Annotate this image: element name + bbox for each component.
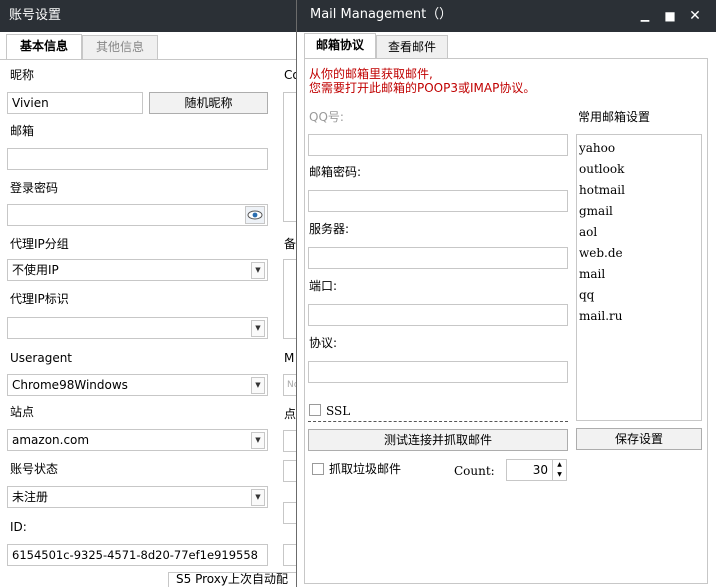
protocol-label: 协议: — [309, 336, 338, 350]
count-down-icon[interactable]: ▼ — [552, 470, 566, 480]
proxy-tag-select[interactable]: ▼ — [7, 317, 268, 339]
mail-protocol-panel: 从你的邮箱里获取邮件, 您需要打开此邮箱的POOP3或IMAP协议。 QQ号: … — [304, 58, 708, 584]
s5-proxy-label: S5 Proxy上次自动配 — [176, 572, 288, 586]
useragent-label: Useragent — [10, 351, 73, 365]
list-item[interactable]: aol — [579, 224, 597, 240]
ssl-label: SSL — [326, 404, 351, 418]
proxy-group-select[interactable]: 不使用IP ▼ — [7, 259, 268, 281]
qq-label: QQ号: — [309, 110, 344, 124]
eye-icon[interactable] — [245, 206, 265, 224]
notice-line-2: 您需要打开此邮箱的POOP3或IMAP协议。 — [309, 81, 536, 95]
site-label: 站点 — [10, 405, 35, 419]
junk-mail-checkbox[interactable] — [312, 463, 324, 475]
chevron-down-icon: ▼ — [251, 489, 265, 506]
status-select[interactable]: 未注册 ▼ — [7, 486, 268, 508]
chevron-down-icon: ▼ — [251, 432, 265, 449]
list-item[interactable]: gmail — [579, 203, 613, 219]
partial-textarea-1 — [283, 92, 297, 222]
tab-other-info-label: 其他信息 — [95, 40, 144, 54]
mail-window: Mail Management（） ▁ ■ ✕ 邮箱协议 查看邮件 从你的邮箱里… — [296, 0, 716, 587]
password-input[interactable] — [7, 204, 268, 226]
status-value: 未注册 — [12, 490, 49, 504]
port-label: 端口: — [309, 279, 338, 293]
chevron-down-icon: ▼ — [251, 377, 265, 394]
list-item[interactable]: mail.ru — [579, 308, 623, 324]
mail-window-title: Mail Management（） — [310, 7, 453, 22]
partial-label-bei: 备 — [284, 237, 297, 251]
partial-field-d — [283, 544, 297, 566]
ssl-checkbox[interactable] — [309, 404, 321, 416]
proxy-group-label: 代理IP分组 — [10, 237, 69, 251]
tab-other-info[interactable]: 其他信息 — [82, 35, 158, 59]
tab-divider — [0, 59, 296, 60]
partial-label-m: M — [284, 351, 295, 365]
nickname-input[interactable]: Vivien — [7, 92, 143, 114]
partial-field-no: No — [283, 374, 297, 396]
count-label: Count: — [454, 464, 495, 478]
partial-label-dian: 点 — [284, 407, 297, 421]
site-value: amazon.com — [12, 433, 90, 447]
partial-textarea-2 — [283, 259, 297, 339]
id-input[interactable]: 6154501c-9325-4571-8d20-77ef1e919558 — [7, 544, 268, 566]
common-mail-title: 常用邮箱设置 — [578, 110, 651, 124]
useragent-select[interactable]: Chrome98Windows ▼ — [7, 374, 268, 396]
save-settings-button[interactable]: 保存设置 — [576, 428, 702, 450]
password-label: 登录密码 — [10, 181, 59, 195]
account-titlebar: 账号设置 — [0, 0, 300, 32]
chevron-down-icon: ▼ — [251, 320, 265, 337]
tab-mail-protocol[interactable]: 邮箱协议 — [304, 33, 376, 59]
site-select[interactable]: amazon.com ▼ — [7, 429, 268, 451]
partial-field-c — [283, 502, 297, 524]
id-label: ID: — [10, 520, 27, 534]
nickname-label: 昵称 — [10, 68, 35, 82]
minimize-icon[interactable]: ▁ — [633, 0, 657, 32]
protocol-input[interactable] — [308, 361, 568, 383]
port-input[interactable] — [308, 304, 568, 326]
close-icon[interactable]: ✕ — [683, 0, 707, 32]
partial-field-b — [283, 460, 297, 482]
mail-password-label: 邮箱密码: — [309, 165, 362, 179]
proxy-tag-label: 代理IP标识 — [10, 292, 69, 306]
list-item[interactable]: hotmail — [579, 182, 625, 198]
useragent-value: Chrome98Windows — [12, 378, 128, 392]
tab-view-mail[interactable]: 查看邮件 — [376, 35, 448, 59]
count-up-icon[interactable]: ▲ — [552, 460, 566, 470]
list-item[interactable]: yahoo — [579, 140, 615, 156]
junk-mail-label: 抓取垃圾邮件 — [329, 462, 402, 476]
list-item[interactable]: mail — [579, 266, 605, 282]
account-window: 账号设置 基本信息 其他信息 昵称 Vivien 随机昵称 邮箱 登录密码 代理… — [0, 0, 300, 587]
s5-proxy-tab[interactable]: S5 Proxy上次自动配 — [168, 572, 298, 587]
server-label: 服务器: — [309, 222, 350, 236]
list-item[interactable]: web.de — [579, 245, 623, 261]
proxy-group-value: 不使用IP — [12, 263, 59, 277]
tab-view-mail-label: 查看邮件 — [387, 40, 436, 54]
tab-mail-protocol-label: 邮箱协议 — [315, 38, 364, 52]
list-item[interactable]: outlook — [579, 161, 624, 177]
email-input[interactable] — [7, 148, 268, 170]
mail-titlebar: Mail Management（） ▁ ■ ✕ — [297, 0, 716, 32]
status-label: 账号状态 — [10, 462, 59, 476]
random-nickname-button[interactable]: 随机昵称 — [149, 92, 268, 114]
tab-basic-info[interactable]: 基本信息 — [6, 34, 82, 60]
common-mail-list[interactable]: yahoo outlook hotmail gmail aol web.de m… — [576, 134, 702, 421]
ssl-divider — [308, 421, 568, 422]
maximize-icon[interactable]: ■ — [658, 0, 682, 32]
email-label: 邮箱 — [10, 124, 35, 138]
mail-password-input[interactable] — [308, 190, 568, 212]
account-window-title: 账号设置 — [9, 8, 62, 23]
tab-basic-info-label: 基本信息 — [19, 39, 68, 53]
list-item[interactable]: qq — [579, 287, 594, 303]
chevron-down-icon: ▼ — [251, 262, 265, 279]
partial-field-a — [283, 430, 297, 452]
server-input[interactable] — [308, 247, 568, 269]
qq-input[interactable] — [308, 134, 568, 156]
count-value: 30 — [532, 463, 548, 477]
test-connect-button[interactable]: 测试连接并抓取邮件 — [308, 429, 568, 451]
